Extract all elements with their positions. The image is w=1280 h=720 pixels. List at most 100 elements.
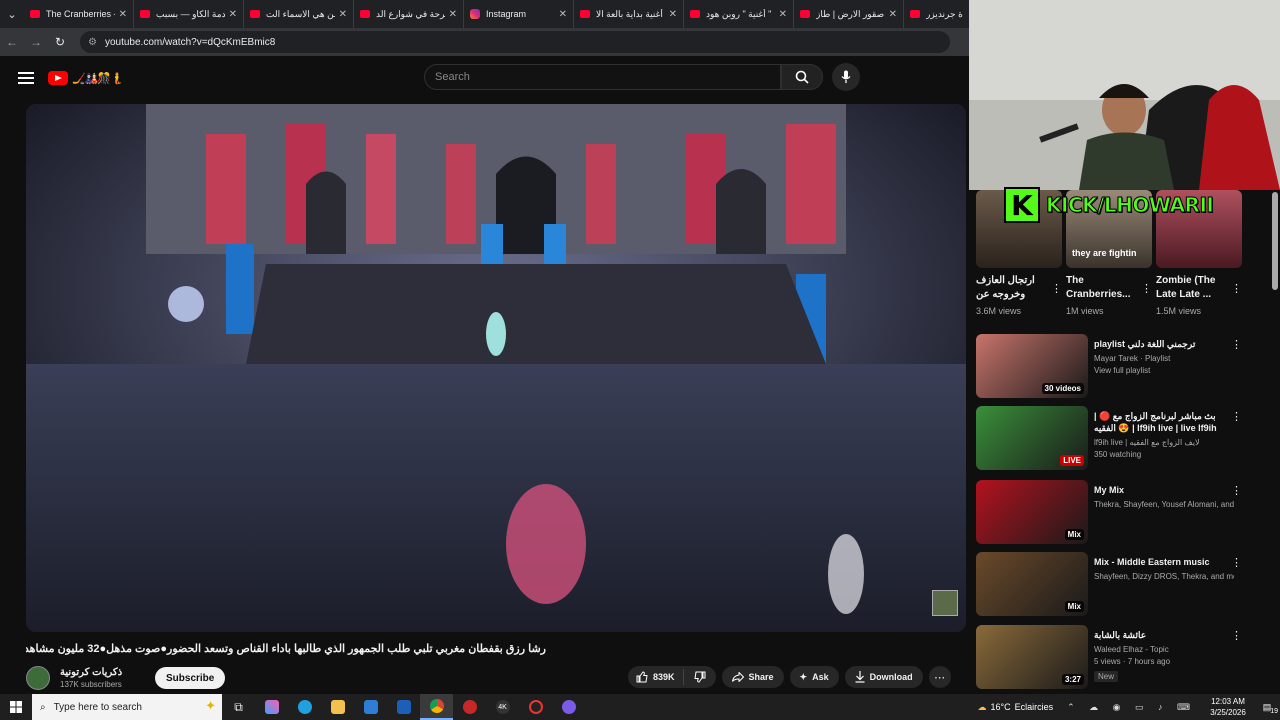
like-dislike-group: 839K [628, 666, 716, 688]
recommended-video[interactable]: LIVE | 🔴 بث مباشر لبرنامج الزواج مع الفقي… [976, 406, 1246, 470]
chrome-icon[interactable] [420, 694, 453, 720]
channel-watermark[interactable] [932, 590, 958, 616]
back-button[interactable]: ← [0, 35, 24, 49]
recommended-video[interactable]: Mix My Mix Thekra, Shayfeen, Yousef Aloman… [976, 480, 1246, 544]
close-tab-icon[interactable]: ✕ [449, 9, 457, 20]
recommended-video[interactable]: 3:27 عائشة بالشابة Waleed Elhaz - Topic 5 v… [976, 625, 1246, 689]
edge-icon[interactable] [288, 694, 321, 720]
app-icon-red[interactable] [453, 694, 486, 720]
youtube-logo-icon[interactable] [48, 71, 68, 85]
notification-button[interactable]: ▤ 19 [1254, 702, 1280, 715]
kick-overlay: K KICK/LHOWARII [1004, 186, 1266, 224]
video-menu-icon[interactable]: ⋮ [1231, 556, 1242, 569]
video-thumbnail[interactable]: Mix [976, 480, 1088, 544]
share-label: Share [748, 672, 774, 682]
video-title[interactable]: عائشة بالشابة [1094, 629, 1234, 641]
video-title[interactable]: | 🔴 بث مباشر لبرنامج الزواج مع الفقيه 😍 … [1094, 410, 1234, 434]
browser-tab[interactable]: من هي الاسماء الت ✕ [244, 0, 354, 28]
weather-temp: 16°C [990, 702, 1011, 712]
like-button[interactable]: 839K [628, 669, 684, 685]
browser-tab[interactable]: صدمة الكاو — بسبب ✕ [134, 0, 244, 28]
tab-title: أغنية بداية بالعة الا [596, 8, 663, 19]
reload-button[interactable]: ↻ [48, 35, 72, 49]
start-button[interactable] [0, 694, 32, 720]
task-view-icon[interactable]: ⧉ [222, 694, 255, 720]
download-button[interactable]: Download [844, 666, 923, 688]
app-icon-4k[interactable]: 4K [486, 694, 519, 720]
outlook-icon[interactable] [387, 694, 420, 720]
short-menu-icon[interactable]: ⋮ [1231, 282, 1242, 295]
video-title[interactable]: playlist ترجمني اللغة دلني [1094, 338, 1234, 350]
close-tab-icon[interactable]: ✕ [339, 9, 347, 20]
video-extra[interactable]: View full playlist [1094, 366, 1234, 375]
scrollbar-thumb[interactable] [1272, 192, 1278, 290]
more-actions-button[interactable]: ⋯ [928, 666, 951, 688]
channel-avatar[interactable] [26, 666, 50, 690]
video-menu-icon[interactable]: ⋮ [1231, 629, 1242, 642]
subscribe-button[interactable]: Subscribe [155, 667, 226, 689]
weather-widget[interactable]: ☁ 16°C Eclaircies [977, 702, 1053, 713]
video-title[interactable]: My Mix [1094, 484, 1234, 496]
tab-search-menu-button[interactable]: ⌄ [0, 0, 24, 28]
video-thumbnail[interactable]: LIVE [976, 406, 1088, 470]
recommended-video[interactable]: Mix Mix - Middle Eastern music Shayfeen, D… [976, 552, 1246, 616]
close-tab-icon[interactable]: ✕ [119, 9, 127, 20]
youtube-doodle[interactable]: 🏒🎎🎊🧜 [72, 72, 124, 85]
channel-info: ذكريات كرتونية 137K subscribers [60, 667, 140, 689]
site-info-icon[interactable]: ⚙ [88, 37, 97, 48]
search-button[interactable] [781, 64, 823, 90]
video-title: رشا رزق بقفطان مغربي تلبي طلب الجمهور ال… [26, 643, 546, 655]
voice-search-button[interactable] [832, 63, 860, 91]
sidebar-scrollbar[interactable] [1270, 190, 1280, 690]
store-icon[interactable] [354, 694, 387, 720]
tab-title: صقور الارض | طاز [816, 8, 885, 19]
youtube-favicon-icon [800, 10, 810, 18]
video-meta: My Mix Thekra, Shayfeen, Yousef Alomani, … [1094, 484, 1234, 509]
dislike-button[interactable] [684, 671, 716, 683]
forward-button[interactable]: → [24, 35, 48, 49]
close-tab-icon[interactable]: ✕ [669, 9, 677, 20]
share-icon [731, 672, 744, 682]
recommended-video[interactable]: 30 videos playlist ترجمني اللغة دلني Mayar… [976, 334, 1246, 398]
ask-button[interactable]: ✦ Ask [789, 666, 839, 688]
search-highlight-icon: ✦ [205, 698, 216, 713]
close-tab-icon[interactable]: ✕ [229, 9, 237, 20]
browser-tab[interactable]: أغنية " روبن هود " ✕ [684, 0, 794, 28]
clock[interactable]: 12:03 AM 3/25/2026 [1202, 696, 1254, 718]
video-title[interactable]: Mix - Middle Eastern music [1094, 556, 1234, 568]
short-menu-icon[interactable]: ⋮ [1141, 282, 1152, 295]
video-player[interactable] [26, 104, 966, 632]
short-menu-icon[interactable]: ⋮ [1051, 282, 1062, 295]
guide-menu-icon[interactable] [18, 72, 34, 84]
copilot-icon[interactable] [255, 694, 288, 720]
app-icon-record[interactable] [519, 694, 552, 720]
browser-tab[interactable]: فرحة في شوارع الد ✕ [354, 0, 464, 28]
browser-tab[interactable]: Instagram ✕ [464, 0, 574, 28]
browser-tab[interactable]: The Cranberries - ✕ [24, 0, 134, 28]
close-tab-icon[interactable]: ✕ [779, 9, 787, 20]
close-tab-icon[interactable]: ✕ [889, 9, 897, 20]
short-title[interactable]: The Cranberries... [1066, 274, 1138, 302]
short-title[interactable]: ارتجال العازف وخروجه عن [976, 274, 1048, 302]
video-menu-icon[interactable]: ⋮ [1231, 338, 1242, 351]
url-text: youtube.com/watch?v=dQcKmEBmic8 [104, 36, 276, 48]
tray-icons[interactable]: ⌃ ☁ ◉ ▭ ♪ ⌨ [1067, 702, 1196, 713]
search-input[interactable]: Search [424, 64, 781, 90]
video-menu-icon[interactable]: ⋮ [1231, 410, 1242, 423]
close-tab-icon[interactable]: ✕ [559, 9, 567, 20]
video-thumbnail[interactable]: 3:27 [976, 625, 1088, 689]
video-thumbnail[interactable]: 30 videos [976, 334, 1088, 398]
app-icon-discord[interactable] [552, 694, 585, 720]
address-bar[interactable]: ⚙ youtube.com/watch?v=dQcKmEBmic8 [80, 31, 950, 53]
browser-tab[interactable]: صقور الارض | طاز ✕ [794, 0, 904, 28]
taskbar-search-placeholder: Type here to search [53, 701, 142, 713]
share-button[interactable]: Share [721, 666, 784, 688]
video-thumbnail[interactable]: Mix [976, 552, 1088, 616]
taskbar-search-input[interactable]: ⌕ Type here to search ✦ [32, 694, 222, 720]
browser-tab[interactable]: أغنية بداية بالعة الا ✕ [574, 0, 684, 28]
short-title[interactable]: Zombie (The Late Late ... [1156, 274, 1228, 302]
file-explorer-icon[interactable] [321, 694, 354, 720]
channel-name[interactable]: ذكريات كرتونية [60, 667, 140, 678]
video-menu-icon[interactable]: ⋮ [1231, 484, 1242, 497]
video-channel: Thekra, Shayfeen, Yousef Alomani, and ..… [1094, 500, 1234, 509]
